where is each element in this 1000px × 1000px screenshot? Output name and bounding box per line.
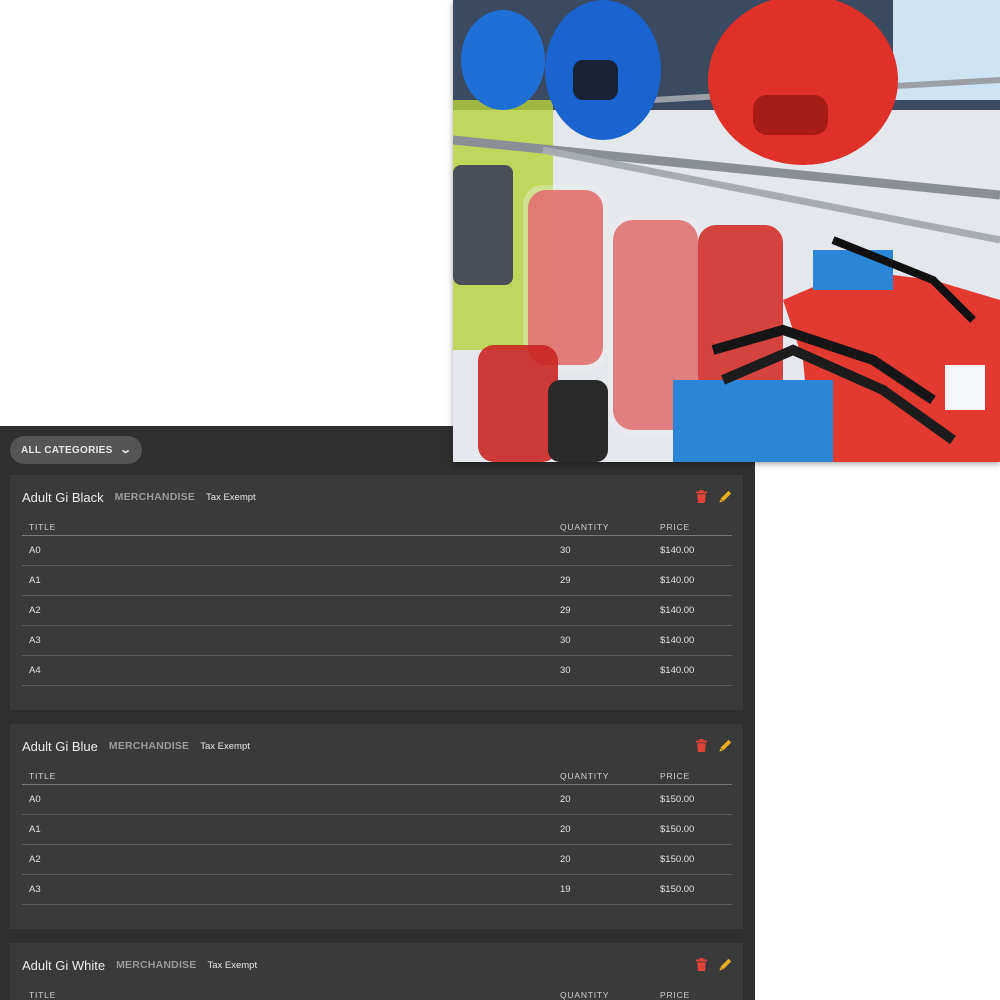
variant-quantity: 30	[553, 655, 653, 686]
category-filter-label: ALL CATEGORIES	[21, 444, 113, 456]
variant-price: $150.00	[653, 784, 732, 815]
variant-price: $140.00	[653, 535, 732, 566]
table-row[interactable]: A1 29 $140.00	[22, 565, 732, 596]
product-category: MERCHANDISE	[116, 959, 197, 971]
variant-price: $140.00	[653, 625, 732, 656]
trash-icon[interactable]	[694, 489, 708, 503]
table-row[interactable]: A3 30 $140.00	[22, 625, 732, 656]
variant-quantity: 20	[553, 844, 653, 875]
variant-quantity: 19	[553, 874, 653, 905]
product-tax-status: Tax Exempt	[206, 491, 256, 503]
pencil-icon[interactable]	[718, 957, 732, 971]
table-row[interactable]: A3 19 $150.00	[22, 874, 732, 905]
column-title: TITLE	[22, 519, 553, 536]
variant-quantity: 20	[553, 784, 653, 815]
product-actions	[694, 957, 732, 971]
variant-price: $140.00	[653, 565, 732, 596]
product-photo	[453, 0, 1000, 462]
table-header-row: TITLE QUANTITY PRICE	[22, 768, 732, 785]
table-row[interactable]: A4 30 $140.00	[22, 655, 732, 686]
product-card-header: Adult Gi Blue MERCHANDISE Tax Exempt	[22, 724, 732, 768]
variant-quantity: 20	[553, 814, 653, 845]
product-category: MERCHANDISE	[114, 491, 196, 503]
column-price: PRICE	[653, 768, 732, 785]
column-price: PRICE	[653, 987, 732, 1000]
table-header-row: TITLE QUANTITY PRICE	[22, 519, 732, 536]
table-row[interactable]: A0 30 $140.00	[22, 535, 732, 566]
variant-title: A0	[22, 535, 553, 566]
variant-title: A1	[22, 565, 553, 596]
product-card-header: Adult Gi White MERCHANDISE Tax Exempt	[22, 943, 732, 987]
variant-quantity: 29	[553, 565, 653, 596]
column-price: PRICE	[653, 519, 732, 536]
variant-title: A3	[22, 874, 553, 905]
variant-quantity: 30	[553, 625, 653, 656]
product-card: Adult Gi Blue MERCHANDISE Tax Exempt TIT…	[10, 724, 743, 929]
variants-table: TITLE QUANTITY PRICE A0 30 $140.00 A1 29 $14…	[22, 519, 732, 686]
table-row[interactable]: A2 29 $140.00	[22, 595, 732, 626]
table-row[interactable]: A0 20 $150.00	[22, 784, 732, 815]
column-title: TITLE	[22, 768, 553, 785]
product-tax-status: Tax Exempt	[200, 740, 250, 752]
variants-table: TITLE QUANTITY PRICE	[22, 987, 732, 1000]
variant-price: $150.00	[653, 814, 732, 845]
variant-price: $140.00	[653, 595, 732, 626]
product-actions	[694, 489, 732, 503]
variant-title: A2	[22, 844, 553, 875]
category-filter-dropdown[interactable]: ALL CATEGORIES ⌄	[10, 436, 143, 464]
variant-price: $150.00	[653, 874, 732, 905]
photo-illustration	[453, 0, 1000, 462]
table-row[interactable]: A1 20 $150.00	[22, 814, 732, 845]
product-tax-status: Tax Exempt	[207, 959, 258, 971]
variant-quantity: 29	[553, 595, 653, 626]
chevron-down-icon: ⌄	[118, 443, 133, 456]
table-header-row: TITLE QUANTITY PRICE	[22, 987, 732, 1000]
variant-title: A3	[22, 625, 553, 656]
variant-title: A4	[22, 655, 553, 686]
product-name: Adult Gi Black	[22, 489, 104, 505]
variant-title: A2	[22, 595, 553, 626]
variant-quantity: 30	[553, 535, 653, 566]
variant-title: A0	[22, 784, 553, 815]
column-quantity: QUANTITY	[553, 519, 653, 536]
product-category: MERCHANDISE	[108, 740, 190, 752]
variants-table: TITLE QUANTITY PRICE A0 20 $150.00 A1 20 $15…	[22, 768, 732, 905]
product-card: Adult Gi Black MERCHANDISE Tax Exempt TI…	[10, 475, 743, 710]
product-name: Adult Gi White	[22, 957, 106, 973]
pencil-icon[interactable]	[718, 489, 732, 503]
column-quantity: QUANTITY	[553, 768, 653, 785]
column-quantity: QUANTITY	[553, 987, 653, 1000]
variant-price: $140.00	[653, 655, 732, 686]
variant-title: A1	[22, 814, 553, 845]
product-name: Adult Gi Blue	[22, 738, 98, 754]
product-actions	[694, 738, 732, 752]
products-panel: ALL CATEGORIES ⌄ Adult Gi Black MERCHAND…	[0, 426, 755, 1000]
product-card-header: Adult Gi Black MERCHANDISE Tax Exempt	[22, 475, 732, 519]
column-title: TITLE	[22, 987, 553, 1000]
product-card: Adult Gi White MERCHANDISE Tax Exempt TI…	[10, 943, 743, 1000]
pencil-icon[interactable]	[718, 738, 732, 752]
trash-icon[interactable]	[694, 957, 708, 971]
table-row[interactable]: A2 20 $150.00	[22, 844, 732, 875]
variant-price: $150.00	[653, 844, 732, 875]
trash-icon[interactable]	[694, 738, 708, 752]
